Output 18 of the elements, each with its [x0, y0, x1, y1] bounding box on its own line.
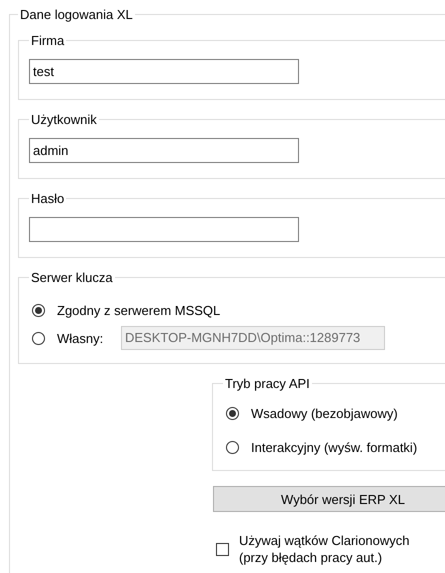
- radio-button[interactable]: [226, 440, 239, 454]
- group-title: Serwer klucza: [30, 270, 114, 285]
- version-button[interactable]: Wybór wersji ERP XL: [213, 486, 445, 512]
- input-field[interactable]: test: [29, 59, 299, 84]
- radio-button[interactable]: [226, 406, 239, 420]
- checkbox[interactable]: [216, 542, 229, 556]
- group-title: Dane logowania XL: [19, 7, 134, 22]
- checkbox-label[interactable]: Używaj wątków Clarionowych (przy błędach pracy aut.): [239, 532, 410, 566]
- radio-label[interactable]: Interakcyjny (wyśw. formatki): [251, 440, 418, 454]
- group-title: Użytkownik: [30, 112, 98, 127]
- group-title: Tryb pracy API: [224, 376, 311, 391]
- group-title: Firma: [30, 33, 66, 48]
- radio-button[interactable]: [32, 304, 45, 316]
- radio-label[interactable]: Zgodny z serwerem MSSQL: [57, 302, 220, 318]
- input-field[interactable]: [29, 217, 299, 242]
- input-field[interactable]: admin: [29, 138, 299, 163]
- radio-label[interactable]: Wsadowy (bezobjawowy): [251, 406, 398, 420]
- group-title: Hasło: [30, 191, 66, 206]
